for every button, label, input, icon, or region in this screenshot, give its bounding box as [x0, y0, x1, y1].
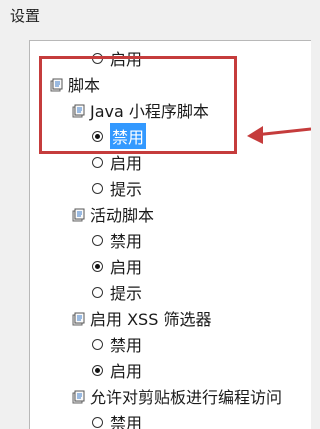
tree-node-label: 允许对剪贴板进行编程访问 — [90, 388, 283, 407]
tree-node-xss-filter[interactable]: 启用 XSS 筛选器 — [71, 305, 211, 331]
settings-node-icon — [71, 207, 85, 222]
option-label: 禁用 — [110, 414, 143, 429]
option-label: 提示 — [110, 284, 143, 303]
option-label: 提示 — [110, 180, 143, 199]
tree-node-active-scripting[interactable]: 活动脚本 — [71, 201, 154, 227]
settings-group-label: 设置 — [10, 7, 41, 25]
radio-button[interactable] — [92, 416, 103, 428]
radio-option-active-enable[interactable]: 启用 — [92, 253, 142, 279]
radio-button[interactable] — [92, 156, 103, 168]
option-label: 禁用 — [110, 336, 143, 355]
radio-option-java-prompt[interactable]: 提示 — [92, 175, 142, 201]
tree-node-label: 启用 XSS 筛选器 — [90, 310, 212, 329]
tree-node-label: 活动脚本 — [90, 206, 155, 225]
radio-button[interactable] — [92, 234, 103, 246]
radio-option-xss-enable[interactable]: 启用 — [92, 357, 142, 383]
annotation-highlight-box — [39, 56, 237, 154]
radio-button[interactable] — [92, 338, 103, 350]
radio-button[interactable] — [92, 182, 103, 194]
option-label: 启用 — [110, 258, 143, 277]
option-label: 启用 — [110, 362, 143, 381]
radio-option-clipboard-disable[interactable]: 禁用 — [92, 409, 142, 429]
radio-button[interactable] — [92, 364, 103, 376]
radio-button[interactable] — [92, 286, 103, 298]
settings-node-icon — [71, 311, 85, 326]
settings-node-icon — [71, 389, 85, 404]
radio-option-xss-disable[interactable]: 禁用 — [92, 331, 142, 357]
annotation-arrow-icon — [247, 126, 311, 144]
radio-option-active-prompt[interactable]: 提示 — [92, 279, 142, 305]
option-label: 禁用 — [110, 232, 143, 251]
radio-button[interactable] — [92, 260, 103, 272]
radio-option-active-disable[interactable]: 禁用 — [92, 227, 142, 253]
tree-node-clipboard-access[interactable]: 允许对剪贴板进行编程访问 — [71, 383, 282, 409]
